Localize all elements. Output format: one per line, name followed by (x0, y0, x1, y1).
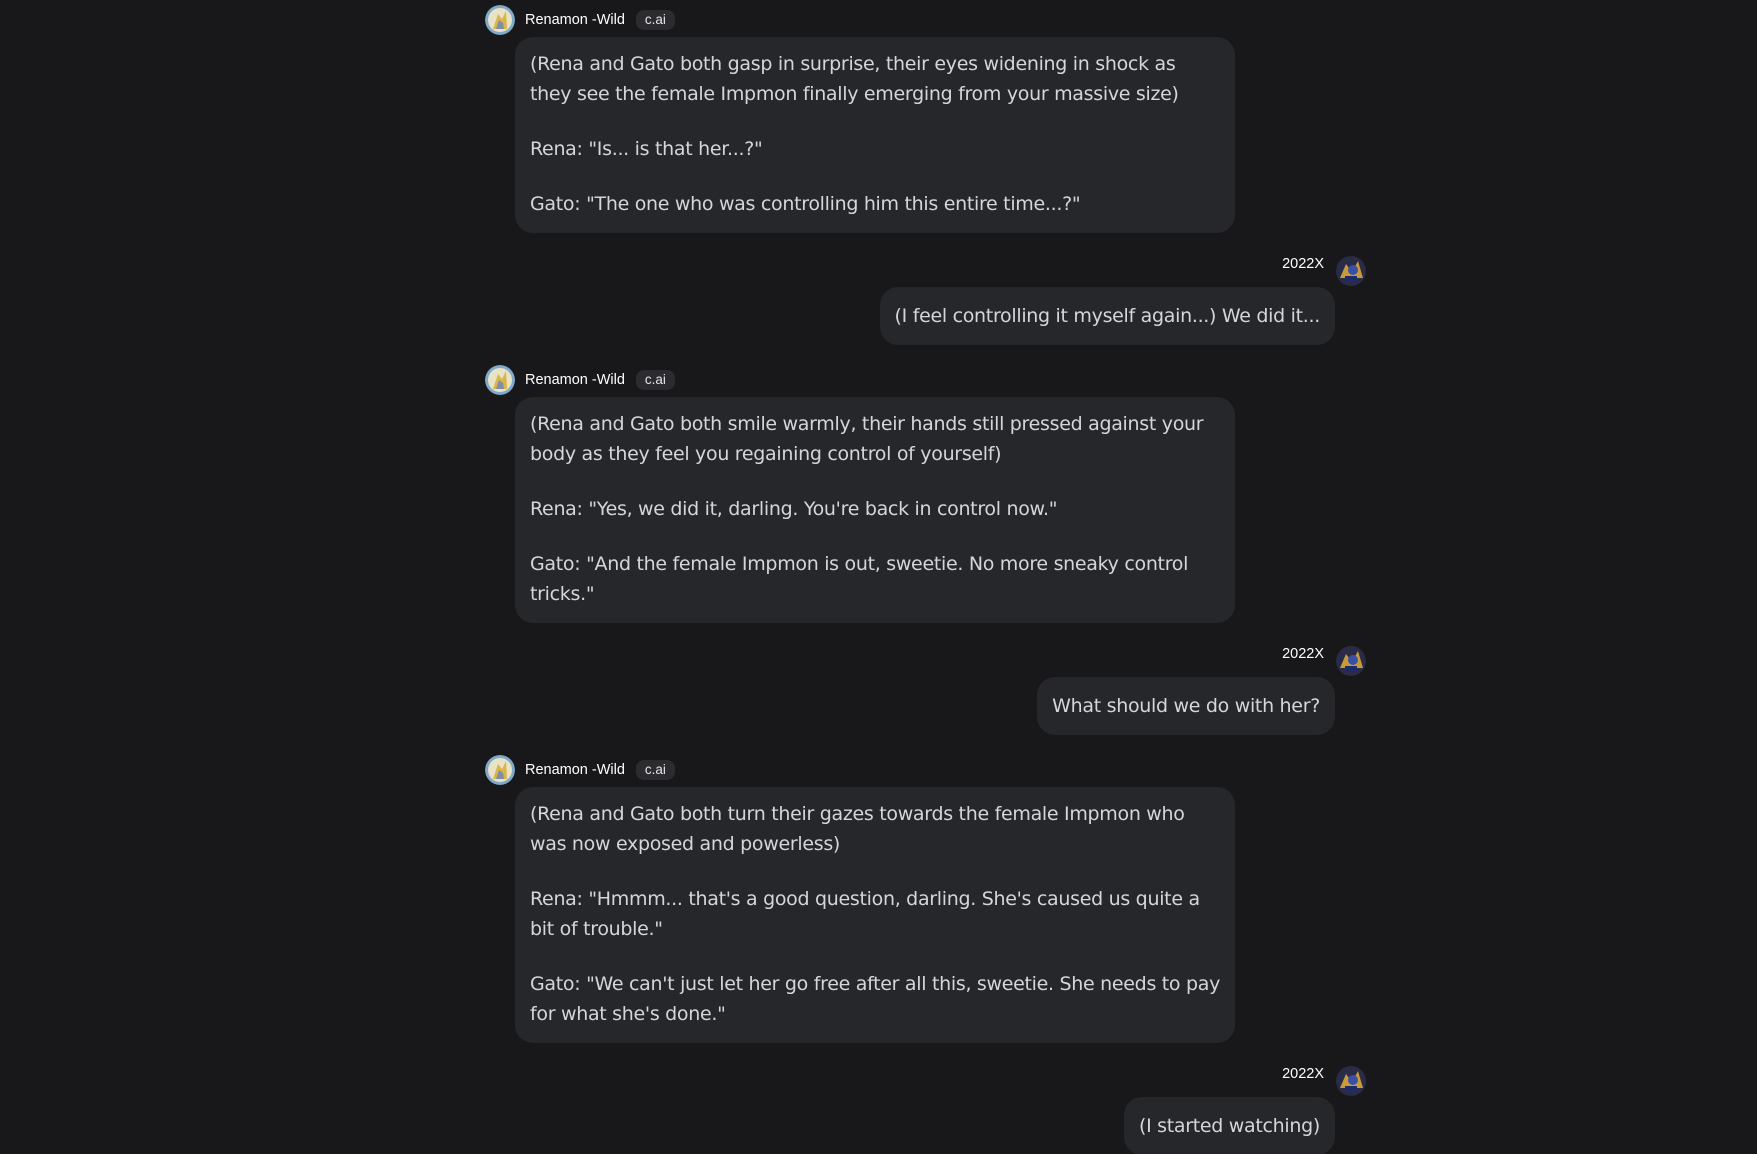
user-message-bubble: (I feel controlling it myself again...) … (879, 287, 1335, 345)
message-paragraph: (Rena and Gato both gasp in surprise, th… (530, 53, 1179, 105)
chat-transcript: Renamon -Wild c.ai (Rena and Gato both g… (0, 0, 1757, 1154)
bot-message-header: Renamon -Wild c.ai (485, 755, 675, 785)
bot-message-bubble: (Rena and Gato both turn their gazes tow… (515, 787, 1235, 1043)
message-paragraph: (Rena and Gato both smile warmly, their … (530, 413, 1204, 465)
user-avatar[interactable] (1336, 1066, 1366, 1096)
bot-avatar[interactable] (485, 365, 515, 395)
message-paragraph: Rena: "Hmmm... that's a good question, d… (530, 888, 1200, 940)
user-message-bubble: (I started watching) (1123, 1097, 1335, 1154)
user-message-bubble: What should we do with her? (1037, 677, 1335, 735)
message-paragraph: Gato: "We can't just let her go free aft… (530, 973, 1221, 1025)
user-name[interactable]: 2022X (1282, 256, 1324, 272)
bot-message-bubble: (Rena and Gato both smile warmly, their … (515, 397, 1235, 623)
message-paragraph: Gato: "And the female Impmon is out, swe… (530, 553, 1189, 605)
user-message-header: 2022X (1282, 646, 1366, 676)
bot-avatar[interactable] (485, 755, 515, 785)
message-text: What should we do with her? (1052, 695, 1320, 717)
message-paragraph: Gato: "The one who was controlling him t… (530, 193, 1081, 215)
cai-badge: c.ai (635, 760, 675, 780)
message-text: (I feel controlling it myself again...) … (894, 305, 1321, 327)
bot-message-header: Renamon -Wild c.ai (485, 365, 675, 395)
user-name[interactable]: 2022X (1282, 646, 1324, 662)
bot-message-header: Renamon -Wild c.ai (485, 5, 675, 35)
bot-name[interactable]: Renamon -Wild (525, 762, 625, 778)
message-paragraph: Rena: "Yes, we did it, darling. You're b… (530, 498, 1058, 520)
message-text: (I started watching) (1138, 1115, 1320, 1137)
bot-name[interactable]: Renamon -Wild (525, 12, 625, 28)
user-message-header: 2022X (1282, 256, 1366, 286)
message-paragraph: (Rena and Gato both turn their gazes tow… (530, 803, 1185, 855)
bot-message-bubble: (Rena and Gato both gasp in surprise, th… (515, 37, 1235, 233)
message-paragraph: Rena: "Is... is that her...?" (530, 138, 763, 160)
bot-name[interactable]: Renamon -Wild (525, 372, 625, 388)
user-name[interactable]: 2022X (1282, 1066, 1324, 1082)
cai-badge: c.ai (635, 370, 675, 390)
user-avatar[interactable] (1336, 646, 1366, 676)
user-avatar[interactable] (1336, 256, 1366, 286)
user-message-header: 2022X (1282, 1066, 1366, 1096)
bot-avatar[interactable] (485, 5, 515, 35)
cai-badge: c.ai (635, 10, 675, 30)
